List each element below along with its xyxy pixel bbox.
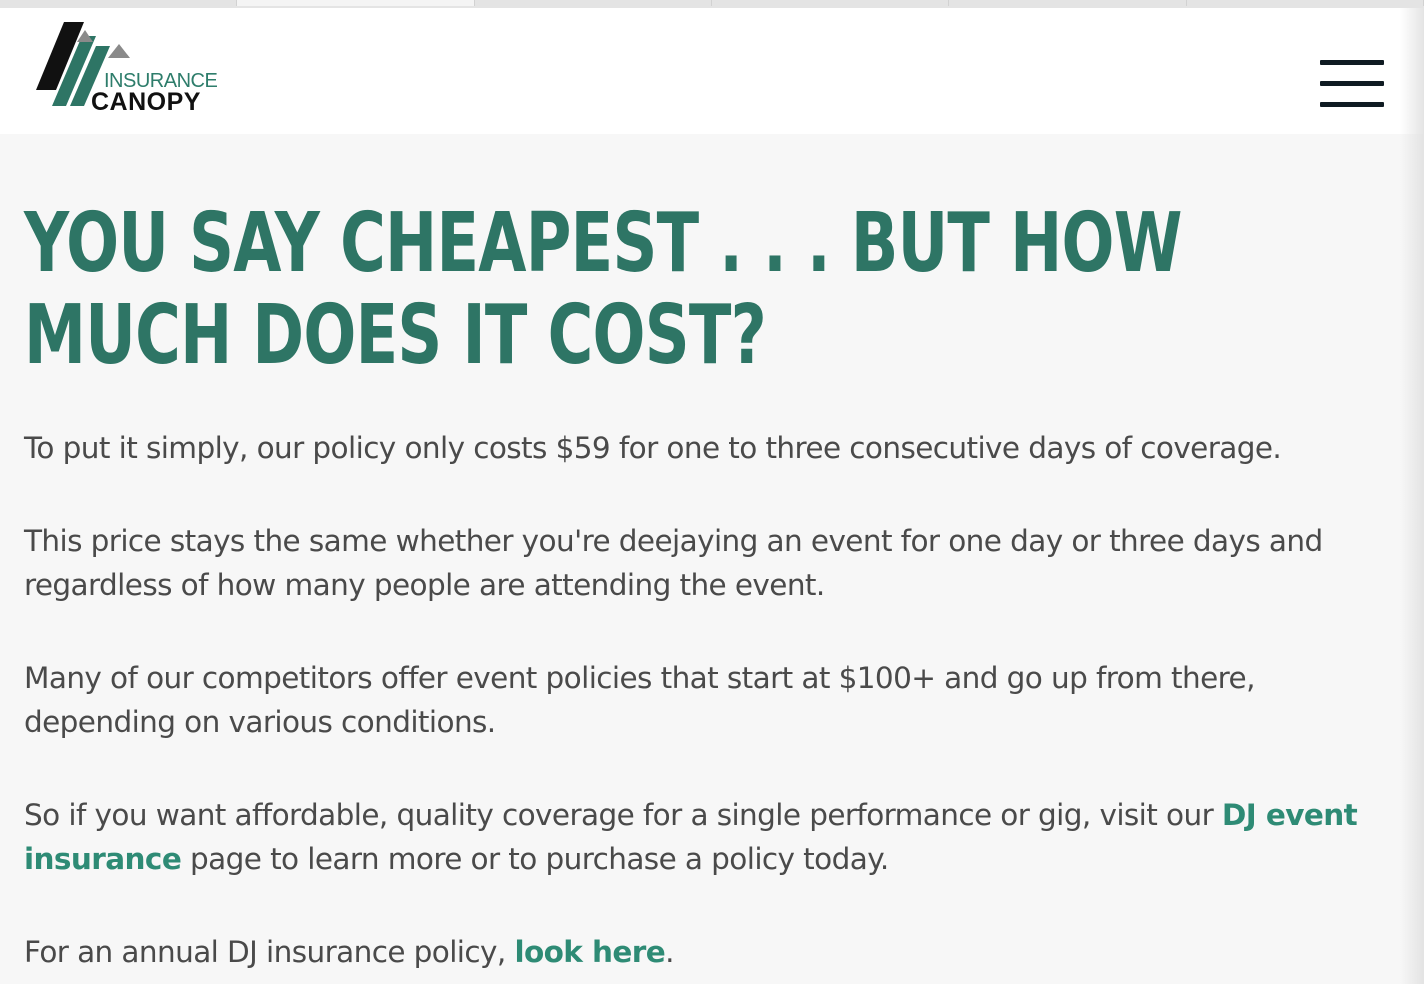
hamburger-menu-icon-bar (1320, 60, 1384, 65)
paragraph-price: To put it simply, our policy only costs … (24, 431, 1282, 465)
paragraph-text: So if you want affordable, quality cover… (24, 798, 1222, 832)
browser-tab[interactable] (0, 0, 238, 6)
logo-word-canopy: CANOPY (91, 88, 201, 116)
paragraph-price-same: This price stays the same whether you're… (24, 524, 1323, 602)
article-headline: YOU SAY CHEAPEST . . . BUT HOW MUCH DOES… (24, 196, 1182, 383)
paragraph-text: . (665, 935, 674, 969)
browser-tab[interactable] (949, 0, 1187, 6)
browser-tab-active[interactable] (237, 0, 475, 6)
site-header: INSURANCE CANOPY (0, 8, 1424, 134)
paragraph-annual: For an annual DJ insurance policy, look … (24, 930, 1396, 974)
browser-tab[interactable] (475, 0, 712, 6)
paragraph-competitors: Many of our competitors offer event poli… (24, 661, 1255, 739)
browser-tab-strip (0, 0, 1424, 8)
hamburger-menu-button[interactable] (1318, 60, 1386, 110)
look-here-link[interactable]: look here (514, 935, 665, 969)
article-content: YOU SAY CHEAPEST . . . BUT HOW MUCH DOES… (24, 134, 1396, 974)
scroll-edge-shadow (1400, 8, 1424, 984)
paragraph-dj-event: So if you want affordable, quality cover… (24, 793, 1396, 881)
browser-tab[interactable] (1187, 0, 1424, 6)
paragraph-text: page to learn more or to purchase a poli… (181, 842, 889, 876)
insurance-canopy-logo[interactable]: INSURANCE CANOPY (34, 20, 234, 116)
browser-tab[interactable] (712, 0, 950, 6)
hamburger-menu-icon-bar (1320, 81, 1384, 86)
hamburger-menu-icon-bar (1320, 102, 1384, 107)
paragraph-text: For an annual DJ insurance policy, (24, 935, 515, 969)
